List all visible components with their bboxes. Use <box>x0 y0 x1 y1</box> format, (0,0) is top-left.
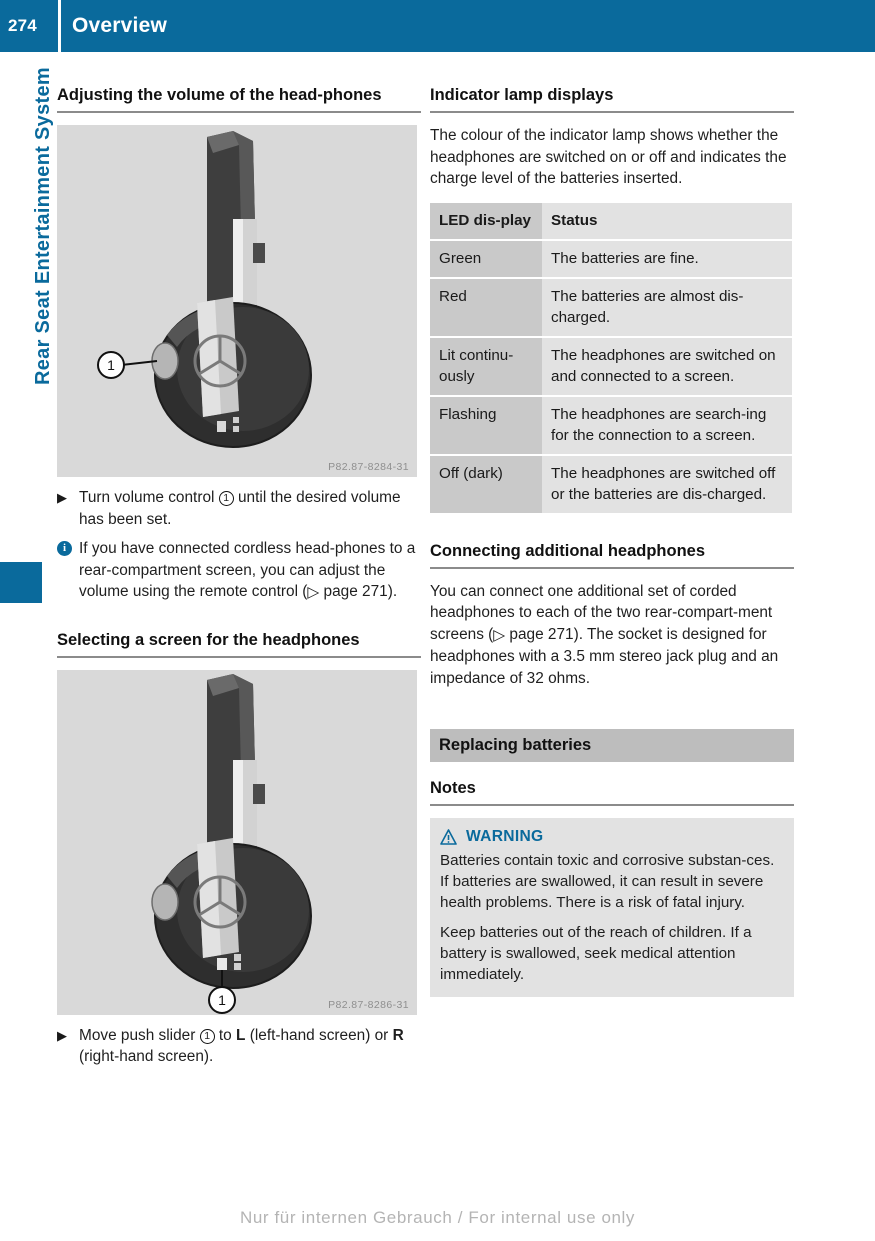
key-label-left: L <box>236 1026 246 1044</box>
table-header-row: LED dis-play Status <box>430 202 792 241</box>
table-cell-status: The batteries are fine. <box>542 239 792 279</box>
table-cell-status: The headphones are search-ing for the co… <box>542 395 792 456</box>
table-header-led-display: LED dis-play <box>430 202 542 241</box>
page-title: Overview <box>72 14 167 37</box>
left-column: Adjusting the volume of the head-phones <box>57 85 421 1068</box>
figure-headphones-volume-control: 1 P82.87-8284-31 <box>57 125 417 477</box>
svg-text:1: 1 <box>107 357 115 373</box>
warning-box: WARNING Batteries contain toxic and corr… <box>430 818 794 997</box>
page-ref-arrow-icon: ▷ <box>307 584 320 601</box>
connect-page-ref[interactable]: page 271 <box>509 626 573 643</box>
step2-text-after: (right-hand screen). <box>79 1048 214 1065</box>
table-cell-status: The headphones are switched off or the b… <box>542 454 792 515</box>
svg-text:1: 1 <box>218 992 226 1008</box>
step-text-before: Turn volume control <box>79 489 215 506</box>
note-page-ref[interactable]: page 271 <box>324 583 388 600</box>
step-arrow-icon: ▶ <box>57 1027 67 1043</box>
table-row: Red The batteries are almost dis-charged… <box>430 277 792 338</box>
table-cell-led: Lit continu-ously <box>430 336 542 397</box>
warning-paragraph-1: Batteries contain toxic and corrosive su… <box>440 852 775 911</box>
key-label-right: R <box>392 1026 404 1044</box>
table-cell-led: Green <box>430 239 542 279</box>
info-icon: i <box>57 541 72 556</box>
page-header: 274 Overview <box>0 0 875 52</box>
left-heading-selecting-screen: Selecting a screen for the headphones <box>57 630 421 658</box>
step2-text-mid: to <box>218 1026 232 1044</box>
page-ref-arrow-icon: ▷ <box>493 626 506 644</box>
left-heading-adjusting-volume: Adjusting the volume of the head-phones <box>57 85 421 113</box>
figure-image-code: P82.87-8284-31 <box>328 461 409 473</box>
led-display-table: LED dis-play Status Green The batteries … <box>430 202 792 515</box>
table-cell-status: The batteries are almost dis-charged. <box>542 277 792 338</box>
headphones-illustration-1: 1 <box>57 125 417 477</box>
table-cell-led: Off (dark) <box>430 454 542 515</box>
step-turn-volume-control: ▶ Turn volume control 1 until the desired… <box>57 487 421 530</box>
table-row: Flashing The headphones are search-ing f… <box>430 395 792 456</box>
table-cell-led: Flashing <box>430 395 542 456</box>
header-divider <box>58 0 61 52</box>
step-move-push-slider: ▶ Move push slider 1 to L (left-hand scre… <box>57 1025 421 1068</box>
right-heading-notes: Notes <box>430 778 794 806</box>
warning-title-row: WARNING <box>440 828 784 846</box>
step2-text-before: Move push slider <box>79 1026 196 1044</box>
table-row: Lit continu-ously The headphones are swi… <box>430 336 792 397</box>
callout-1-icon: 1 <box>199 1028 215 1044</box>
warning-label: WARNING <box>466 828 544 845</box>
table-cell-status: The headphones are switched on and conne… <box>542 336 792 397</box>
table-row: Off (dark) The headphones are switched o… <box>430 454 792 515</box>
footer-internal-use-notice: Nur für internen Gebrauch / For internal… <box>239 1208 636 1227</box>
warning-triangle-icon <box>440 829 457 845</box>
chapter-tab-marker <box>0 562 42 603</box>
step-arrow-icon: ▶ <box>57 490 67 505</box>
connecting-headphones-paragraph: You can connect one additional set of co… <box>430 581 794 690</box>
right-column: Indicator lamp displays The colour of th… <box>430 85 794 997</box>
headphones-illustration-2: 1 <box>57 669 417 1015</box>
table-header-status: Status <box>542 202 792 241</box>
band-heading-replacing-batteries: Replacing batteries <box>430 729 794 762</box>
note-cordless-headphones: i If you have connected cordless head-pho… <box>57 538 421 604</box>
warning-paragraph-2: Keep batteries out of the reach of child… <box>440 924 752 983</box>
note-text-after: ). <box>387 583 398 600</box>
right-heading-indicator-lamp: Indicator lamp displays <box>430 85 794 113</box>
step2-text-mid2: (left-hand screen) or <box>249 1026 389 1044</box>
indicator-lamp-intro: The colour of the indicator lamp shows w… <box>430 127 787 187</box>
table-row: Green The batteries are fine. <box>430 239 792 279</box>
figure-headphones-push-slider: 1 P82.87-8286-31 <box>57 669 417 1015</box>
callout-1-icon: 1 <box>218 491 234 506</box>
figure-image-code: P82.87-8286-31 <box>328 998 409 1011</box>
table-cell-led: Red <box>430 277 542 338</box>
right-heading-connecting-headphones: Connecting additional headphones <box>430 541 794 569</box>
